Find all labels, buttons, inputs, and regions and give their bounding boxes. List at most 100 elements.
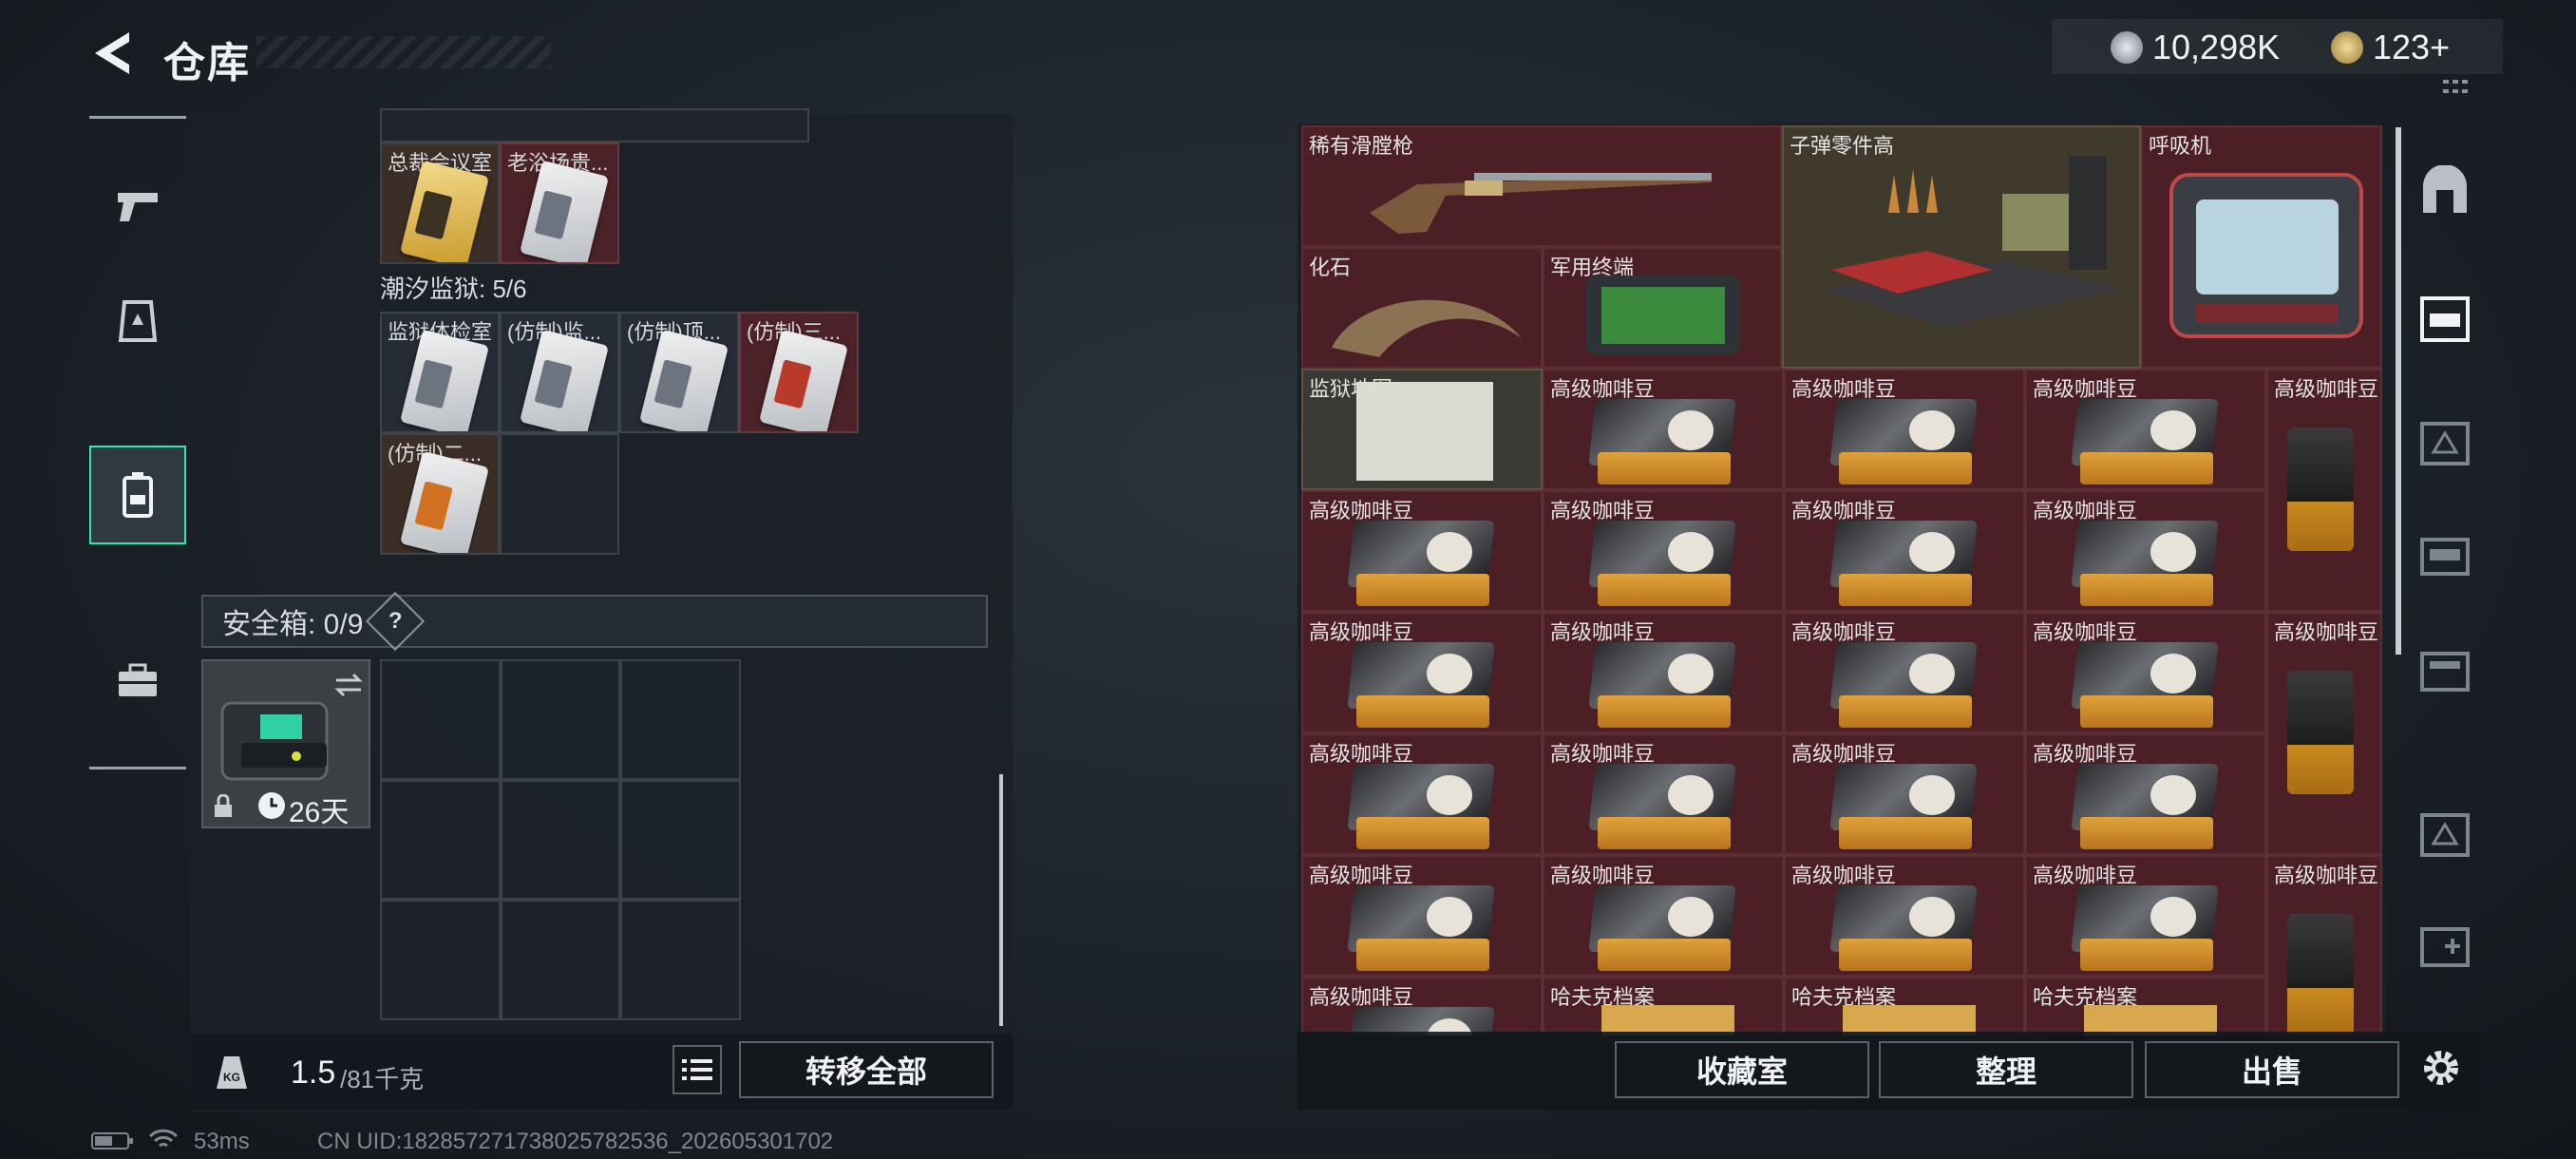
storage-tab-main[interactable]	[2415, 163, 2475, 220]
arch-icon	[2423, 165, 2467, 213]
coffee-bag-icon	[2071, 399, 2219, 488]
coffee-bag-icon	[1588, 521, 1736, 610]
item-slot-terminal[interactable]: 军用终端	[1543, 247, 1782, 369]
battery-icon	[91, 1132, 133, 1150]
item-slot-coffee[interactable]: 高级咖啡豆	[2025, 855, 2266, 977]
item-slot-coffee[interactable]: 高级咖啡豆	[1543, 855, 1784, 977]
storage-tab-5[interactable]	[2415, 642, 2475, 699]
empty-slot[interactable]	[500, 659, 621, 780]
sidebar-item-equipment[interactable]	[89, 271, 186, 370]
sell-button[interactable]: 出售	[2145, 1041, 2399, 1098]
item-slot-coffee[interactable]: 高级咖啡豆	[1784, 612, 2025, 733]
coffee-bag-icon	[1347, 764, 1495, 853]
sort-button[interactable]: 整理	[1879, 1041, 2133, 1098]
storage-tab-3[interactable]	[2415, 414, 2475, 471]
storage-box-icon	[2420, 422, 2470, 466]
keycard-slot[interactable]: 总裁会议室	[380, 142, 500, 264]
right-scrollbar[interactable]	[2396, 127, 2401, 655]
storage-tab-7[interactable]	[2415, 918, 2475, 975]
swap-icon[interactable]	[332, 671, 365, 699]
sidebar-item-weapons[interactable]	[89, 157, 186, 256]
coffee-bag-icon	[1829, 764, 1978, 853]
wifi-icon	[148, 1129, 179, 1148]
item-slot-coffee[interactable]: 高级咖啡豆	[2025, 490, 2266, 612]
gear-icon[interactable]	[2416, 1043, 2466, 1092]
storage-tab-4[interactable]	[2415, 528, 2475, 585]
empty-slot[interactable]	[500, 900, 621, 1020]
item-slot-bullet-parts[interactable]: 子弹零件高	[1782, 125, 2141, 369]
item-slot-archive[interactable]: 哈夫克档案	[2025, 977, 2266, 1036]
item-slot-coffee[interactable]: 高级咖啡豆	[2025, 369, 2266, 490]
item-slot-respirator[interactable]: 呼吸机	[2141, 125, 2382, 369]
empty-slot[interactable]	[620, 659, 741, 780]
item-slot-coffee[interactable]: 高级咖啡豆	[2025, 612, 2266, 733]
item-slot-coffee[interactable]: 高级咖啡豆	[1784, 369, 2025, 490]
empty-slot[interactable]	[380, 900, 501, 1020]
silver-amount: 10,298K	[2152, 28, 2281, 66]
keycard-slot[interactable]: 监狱体检室	[380, 312, 500, 433]
item-slot-coffee[interactable]: 高级咖啡豆	[1543, 733, 1784, 855]
safe-box-header: 安全箱: 0/9 ?	[201, 591, 988, 652]
item-slot-coffee[interactable]: 高级咖啡豆	[1543, 490, 1784, 612]
storage-tab-6[interactable]	[2415, 806, 2475, 863]
coffee-bag-icon	[2071, 885, 2219, 975]
empty-slot[interactable]	[380, 779, 501, 901]
coffee-bag-icon	[1829, 642, 1978, 732]
gold-coin-icon	[2331, 31, 2363, 64]
left-scrollbar[interactable]	[999, 774, 1003, 1026]
safe-case-slot[interactable]: 26天	[201, 659, 370, 828]
item-slot-coffee[interactable]: 高级咖啡豆	[1301, 977, 1543, 1036]
gold-currency[interactable]: 123+	[2331, 25, 2450, 70]
empty-slot[interactable]	[380, 659, 501, 780]
keycard-slot[interactable]: 老浴场贵...	[500, 142, 619, 264]
item-slot-coffee[interactable]: 高级咖啡豆	[1543, 612, 1784, 733]
respirator-icon	[2169, 173, 2363, 338]
ammo-crate-icon	[1822, 156, 2126, 327]
coffee-bag-icon	[2071, 764, 2219, 853]
transfer-all-button[interactable]: 转移全部	[739, 1041, 994, 1098]
item-slot-coffee[interactable]: 高级咖啡豆	[1543, 369, 1784, 490]
coffee-bag-icon	[1347, 885, 1495, 975]
item-slot-fossil[interactable]: 化石	[1301, 247, 1543, 369]
uid-readout: CN UID:18285727173802578253​6_2026053017…	[317, 1129, 834, 1154]
collection-room-button[interactable]: 收藏室	[1615, 1041, 1869, 1098]
keycard-slot[interactable]: (仿制)顶...	[619, 312, 739, 433]
empty-slot[interactable]	[620, 779, 741, 901]
empty-slot[interactable]	[620, 900, 741, 1020]
warehouse-footer: 收藏室 整理 出售	[1297, 1032, 2481, 1110]
empty-slot[interactable]	[500, 779, 621, 901]
help-icon[interactable]: ?	[366, 591, 426, 652]
coffee-bag-icon	[1829, 399, 1978, 488]
item-slot-shotgun[interactable]: 稀有滑膛枪	[1301, 125, 1782, 247]
item-slot-coffee[interactable]: 高级咖啡豆	[1301, 855, 1543, 977]
coffee-bag-icon	[1347, 521, 1495, 610]
keycard-slot[interactable]: (仿制)监...	[500, 312, 619, 433]
item-slot-map[interactable]: 监狱地图	[1301, 369, 1543, 490]
keycard-slot[interactable]: (仿制)二...	[380, 433, 500, 555]
musket-icon	[1370, 173, 1712, 234]
tablet-icon	[1586, 276, 1740, 355]
item-slot-coffee-tall[interactable]: 高级咖啡豆	[2266, 369, 2382, 612]
item-slot-coffee[interactable]: 高级咖啡豆	[2025, 733, 2266, 855]
item-slot-coffee[interactable]: 高级咖啡豆	[1301, 490, 1543, 612]
item-slot-coffee[interactable]: 高级咖啡豆	[1301, 612, 1543, 733]
armor-icon	[118, 300, 158, 342]
item-slot-coffee[interactable]: 高级咖啡豆	[1784, 490, 2025, 612]
keycard-slot[interactable]: (仿制)三...	[739, 312, 859, 433]
item-slot-coffee[interactable]: 高级咖啡豆	[1301, 733, 1543, 855]
item-slot-archive[interactable]: 哈夫克档案	[1784, 977, 2025, 1036]
item-slot-archive[interactable]: 哈夫克档案	[1543, 977, 1784, 1036]
storage-tab-2[interactable]	[2415, 291, 2475, 348]
item-slot-coffee-tall[interactable]: 高级咖啡豆	[2266, 612, 2382, 855]
list-view-button[interactable]	[672, 1045, 722, 1094]
item-slot-coffee[interactable]: 高级咖啡豆	[1784, 733, 2025, 855]
coffee-bag-icon	[2287, 671, 2354, 794]
item-slot-coffee[interactable]: 高级咖啡豆	[1784, 855, 2025, 977]
sidebar-item-toolbox[interactable]	[89, 632, 186, 731]
sidebar-item-backpack[interactable]	[89, 446, 186, 544]
item-slot-coffee-tall[interactable]: 高级咖啡豆	[2266, 855, 2382, 1036]
pistol-icon	[118, 193, 158, 221]
back-arrow-icon[interactable]	[87, 27, 135, 80]
title-decoration	[256, 36, 551, 68]
empty-slot[interactable]	[500, 433, 619, 555]
